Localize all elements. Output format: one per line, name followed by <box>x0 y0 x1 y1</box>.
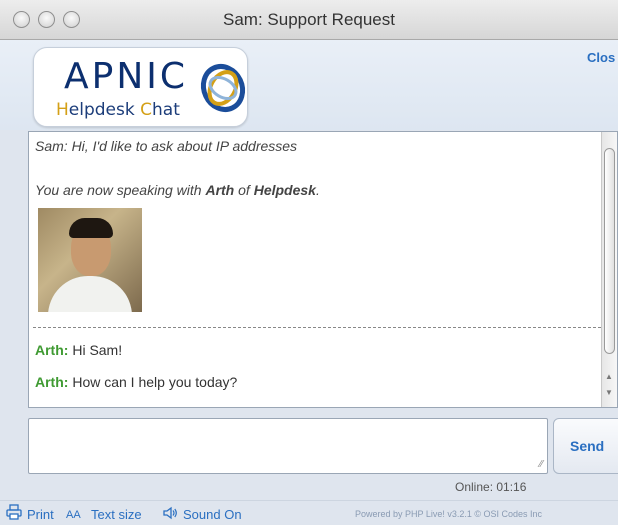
scrollbar-thumb[interactable] <box>604 148 615 354</box>
chat-header: APNIC Helpdesk Chat Clos <box>0 40 618 130</box>
online-timer: Online: 01:16 <box>455 480 527 494</box>
close-chat-link[interactable]: Clos <box>587 50 615 65</box>
transcript-scrollbar[interactable]: ▲ ▼ <box>601 132 617 407</box>
connection-notice: You are now speaking with Arth of Helpde… <box>35 182 320 198</box>
message-input-box: ⁄⁄ <box>28 418 548 474</box>
scroll-down-arrow-icon[interactable]: ▼ <box>605 388 613 397</box>
user-message: Sam: Hi, I'd like to ask about IP addres… <box>35 138 298 154</box>
print-link[interactable]: Print <box>27 507 54 522</box>
chat-transcript[interactable]: Sam: Hi, I'd like to ask about IP addres… <box>28 131 618 408</box>
agent-message: Arth: Hi Sam! <box>35 342 123 358</box>
text-size-icon[interactable]: AA <box>66 509 81 521</box>
message-input[interactable] <box>29 419 547 473</box>
send-button[interactable]: Send <box>553 418 618 474</box>
agent-message: Arth: How can I help you today? <box>35 374 238 390</box>
window-title: Sam: Support Request <box>223 10 395 29</box>
logo-subtitle: Helpdesk Chat <box>56 100 180 120</box>
resize-grip-icon[interactable]: ⁄⁄ <box>540 459 543 470</box>
speaker-icon[interactable] <box>162 505 178 524</box>
apnic-helpdesk-logo: APNIC Helpdesk Chat <box>33 47 248 127</box>
scroll-up-arrow-icon[interactable]: ▲ <box>605 372 613 381</box>
window-titlebar: Sam: Support Request <box>0 0 618 40</box>
printer-icon[interactable] <box>6 504 22 523</box>
logo-title: APNIC <box>64 56 189 97</box>
powered-by-text: Powered by PHP Live! v3.2.1 © OSI Codes … <box>355 509 543 519</box>
sound-toggle-link[interactable]: Sound On <box>183 507 242 522</box>
transcript-divider <box>33 327 601 328</box>
footer-bar: Print AA Text size Sound On Powered by P… <box>0 500 618 525</box>
swirl-logo-icon <box>200 64 246 112</box>
agent-avatar <box>38 208 142 312</box>
text-size-link[interactable]: Text size <box>91 507 142 522</box>
